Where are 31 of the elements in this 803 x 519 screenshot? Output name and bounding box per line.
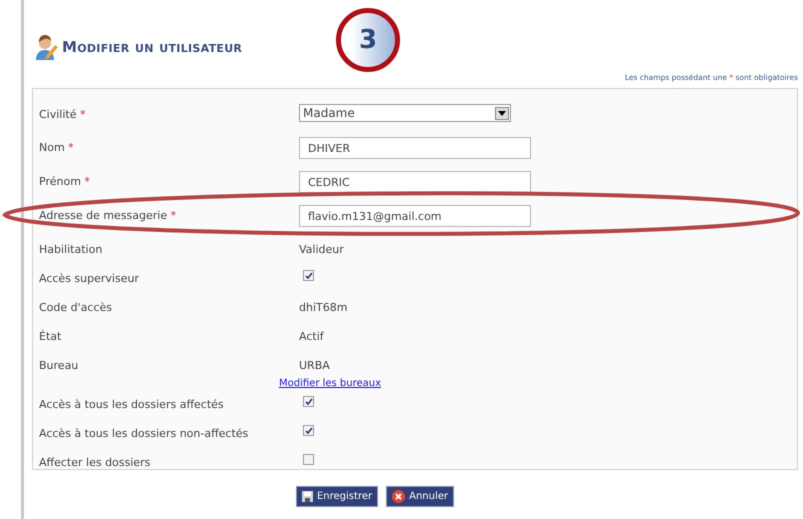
input-field[interactable]: flavio.m131@gmail.com	[299, 205, 531, 227]
checkbox[interactable]	[303, 270, 314, 281]
checkbox[interactable]	[303, 396, 314, 407]
input-field[interactable]: DHIVER	[299, 137, 531, 159]
link[interactable]: Modifier les bureaux	[279, 378, 382, 388]
field-label: État	[39, 328, 62, 345]
field-value: Valideur	[299, 242, 344, 258]
step-number-badge: 3	[336, 8, 400, 72]
field-value: URBA	[299, 358, 330, 374]
field-label: Prénom *	[39, 174, 90, 190]
user-edit-icon	[34, 34, 58, 60]
field-label: Habilitation	[39, 242, 102, 258]
field-label: Civilité *	[39, 107, 86, 123]
field-label: Accès superviseur	[39, 271, 139, 287]
field-label: Accès à tous les dossiers affectés	[39, 397, 224, 413]
select-field[interactable]: Madame	[299, 104, 511, 122]
action-button[interactable]: Enregistrer	[296, 486, 378, 507]
field-value: Actif	[299, 329, 324, 345]
field-label: Bureau	[39, 358, 78, 374]
field-label: Affecter les dossiers	[39, 455, 150, 471]
page-title: Modifier un utilisateur	[62, 36, 242, 58]
input-field[interactable]: CEDRIC	[299, 171, 531, 193]
field-value: dhiT68m	[299, 300, 348, 316]
checkbox[interactable]	[303, 425, 314, 436]
field-label: Adresse de messagerie *	[39, 208, 176, 224]
checkbox[interactable]	[303, 454, 314, 465]
close-icon	[392, 490, 406, 503]
field-label: Code d'accès	[39, 300, 112, 316]
action-button[interactable]: Annuler	[386, 486, 454, 507]
field-label: Accès à tous les dossiers non-affectés	[39, 426, 248, 442]
field-label: Nom *	[39, 140, 74, 156]
